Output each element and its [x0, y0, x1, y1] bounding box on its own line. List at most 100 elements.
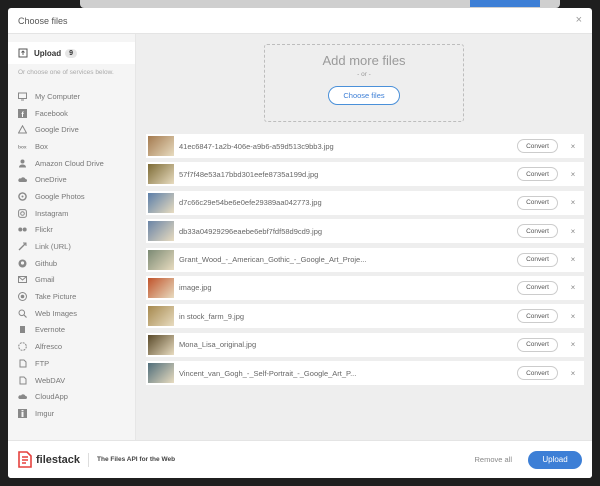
sidebar-item-label: Google Drive [35, 125, 79, 135]
choose-files-button[interactable]: Choose files [328, 86, 400, 105]
sidebar-item-amazon-cloud[interactable]: Amazon Cloud Drive [8, 155, 135, 172]
file-name: 41ec6847-1a2b-406e-a9b6-a59d513c9bb3.jpg [179, 141, 334, 151]
remove-file-icon[interactable]: × [566, 170, 580, 179]
remove-file-icon[interactable]: × [566, 198, 580, 207]
brand-tagline: The Files API for the Web [97, 456, 176, 463]
upload-button[interactable]: Upload [528, 450, 582, 469]
file-thumbnail [148, 334, 174, 355]
sidebar-item-label: CloudApp [35, 392, 68, 402]
sidebar-item-label: Alfresco [35, 342, 63, 352]
sidebar-item-webdav[interactable]: WebDAV [8, 372, 135, 389]
sidebar-item-google-drive[interactable]: Google Drive [8, 121, 135, 138]
convert-button[interactable]: Convert [517, 252, 558, 267]
file-thumbnail [148, 277, 174, 298]
sidebar-item-onedrive[interactable]: OneDrive [8, 171, 135, 188]
remove-file-icon[interactable]: × [566, 142, 580, 151]
convert-button[interactable]: Convert [517, 337, 558, 352]
remove-file-icon[interactable]: × [566, 283, 580, 292]
sidebar-item-label: Flickr [35, 225, 53, 235]
convert-button[interactable]: Convert [517, 366, 558, 381]
sidebar-item-label: WebDAV [35, 375, 66, 385]
alfresco-icon [18, 342, 27, 351]
github-icon [18, 259, 27, 268]
dialog-footer: filestack The Files API for the Web Remo… [8, 440, 592, 478]
sidebar-item-label: Take Picture [35, 292, 77, 302]
close-icon[interactable]: × [576, 14, 582, 26]
sidebar-item-label: Imgur [35, 408, 55, 418]
convert-button[interactable]: Convert [517, 309, 558, 324]
amazon-cloud-icon [18, 159, 27, 168]
remove-file-icon[interactable]: × [566, 369, 580, 378]
convert-button[interactable]: Convert [517, 280, 558, 295]
remove-file-icon[interactable]: × [566, 340, 580, 349]
dropzone[interactable]: Add more files - or - Choose files [264, 44, 464, 122]
convert-button[interactable]: Convert [517, 167, 558, 182]
sidebar-item-evernote[interactable]: Evernote [8, 322, 135, 339]
background-page-button [470, 0, 540, 7]
flickr-icon [18, 225, 27, 234]
filestack-logo: filestack [18, 451, 80, 468]
services-list: My Computer f Facebook Google Drive box Box Am… [8, 88, 135, 422]
convert-button[interactable]: Convert [517, 139, 558, 153]
filestack-logo-icon [18, 451, 32, 468]
sidebar-item-instagram[interactable]: Instagram [8, 205, 135, 222]
gmail-icon [18, 275, 27, 284]
remove-file-icon[interactable]: × [566, 227, 580, 236]
file-thumbnail [148, 363, 174, 384]
sidebar-item-cloudapp[interactable]: CloudApp [8, 388, 135, 405]
sidebar-item-ftp[interactable]: FTP [8, 355, 135, 372]
sidebar-item-label: My Computer [35, 91, 81, 101]
file-name: image.jpg [179, 283, 212, 293]
link-icon [18, 242, 27, 251]
remove-file-icon[interactable]: × [566, 312, 580, 321]
sidebar-item-label: Evernote [35, 325, 66, 335]
file-list: 41ec6847-1a2b-406e-a9b6-a59d513c9bb3.jpg… [146, 134, 584, 390]
file-row: Grant_Wood_-_American_Gothic_-_Google_Ar… [146, 247, 584, 272]
file-name: d7c66c29e54be6e0efe29389aa042773.jpg [179, 198, 322, 208]
evernote-icon [18, 325, 27, 334]
web-search-icon [18, 309, 27, 318]
file-thumbnail [148, 249, 174, 270]
file-row: Mona_Lisa_original.jpg Convert × [146, 332, 584, 357]
file-name: Grant_Wood_-_American_Gothic_-_Google_Ar… [179, 255, 367, 265]
sidebar-item-monitor[interactable]: My Computer [8, 88, 135, 105]
sidebar-item-alfresco[interactable]: Alfresco [8, 338, 135, 355]
convert-button[interactable]: Convert [517, 195, 558, 210]
camera-icon [18, 292, 27, 302]
file-thumbnail [148, 192, 174, 213]
sidebar-item-google-photos[interactable]: Google Photos [8, 188, 135, 205]
sidebar-item-label: Box [35, 141, 48, 151]
file-name: db33a04929296eaebe6ebf7fdf58d9cd9.jpg [179, 226, 323, 236]
convert-button[interactable]: Convert [517, 224, 558, 239]
file-thumbnail [148, 221, 174, 242]
sidebar-item-box[interactable]: box Box [8, 138, 135, 155]
file-row: Vincent_van_Gogh_-_Self-Portrait_-_Googl… [146, 361, 584, 386]
sidebar-item-upload[interactable]: Upload 9 [8, 42, 135, 64]
sidebar-item-github[interactable]: Github [8, 255, 135, 272]
sidebar-item-imgur[interactable]: Imgur [8, 405, 135, 422]
remove-all-button[interactable]: Remove all [474, 455, 512, 464]
ftp-icon [18, 359, 27, 368]
file-name: in stock_farm_9.jpg [179, 311, 245, 321]
sidebar-item-label: Amazon Cloud Drive [35, 158, 104, 168]
sidebar-item-link[interactable]: Link (URL) [8, 238, 135, 255]
webdav-icon [18, 376, 27, 385]
sidebar-item-label: Instagram [35, 208, 69, 218]
remove-file-icon[interactable]: × [566, 255, 580, 264]
services-hint: Or choose one of services below. [18, 69, 114, 76]
sidebar-item-label: Web Images [35, 308, 77, 318]
sidebar-item-label: Facebook [35, 108, 68, 118]
sidebar-item-facebook[interactable]: f Facebook [8, 105, 135, 122]
file-thumbnail [148, 136, 174, 156]
file-name: Vincent_van_Gogh_-_Self-Portrait_-_Googl… [179, 368, 357, 378]
sidebar-item-camera[interactable]: Take Picture [8, 288, 135, 305]
svg-text:box: box [18, 144, 27, 150]
file-row: in stock_farm_9.jpg Convert × [146, 304, 584, 329]
sidebar-item-web-search[interactable]: Web Images [8, 305, 135, 322]
sidebar: Upload 9 Or choose one of services below… [8, 34, 136, 440]
sidebar-item-gmail[interactable]: Gmail [8, 272, 135, 289]
upload-icon [18, 48, 28, 58]
sidebar-item-flickr[interactable]: Flickr [8, 222, 135, 239]
monitor-icon [18, 92, 27, 101]
file-row: 41ec6847-1a2b-406e-a9b6-a59d513c9bb3.jpg… [146, 134, 584, 158]
